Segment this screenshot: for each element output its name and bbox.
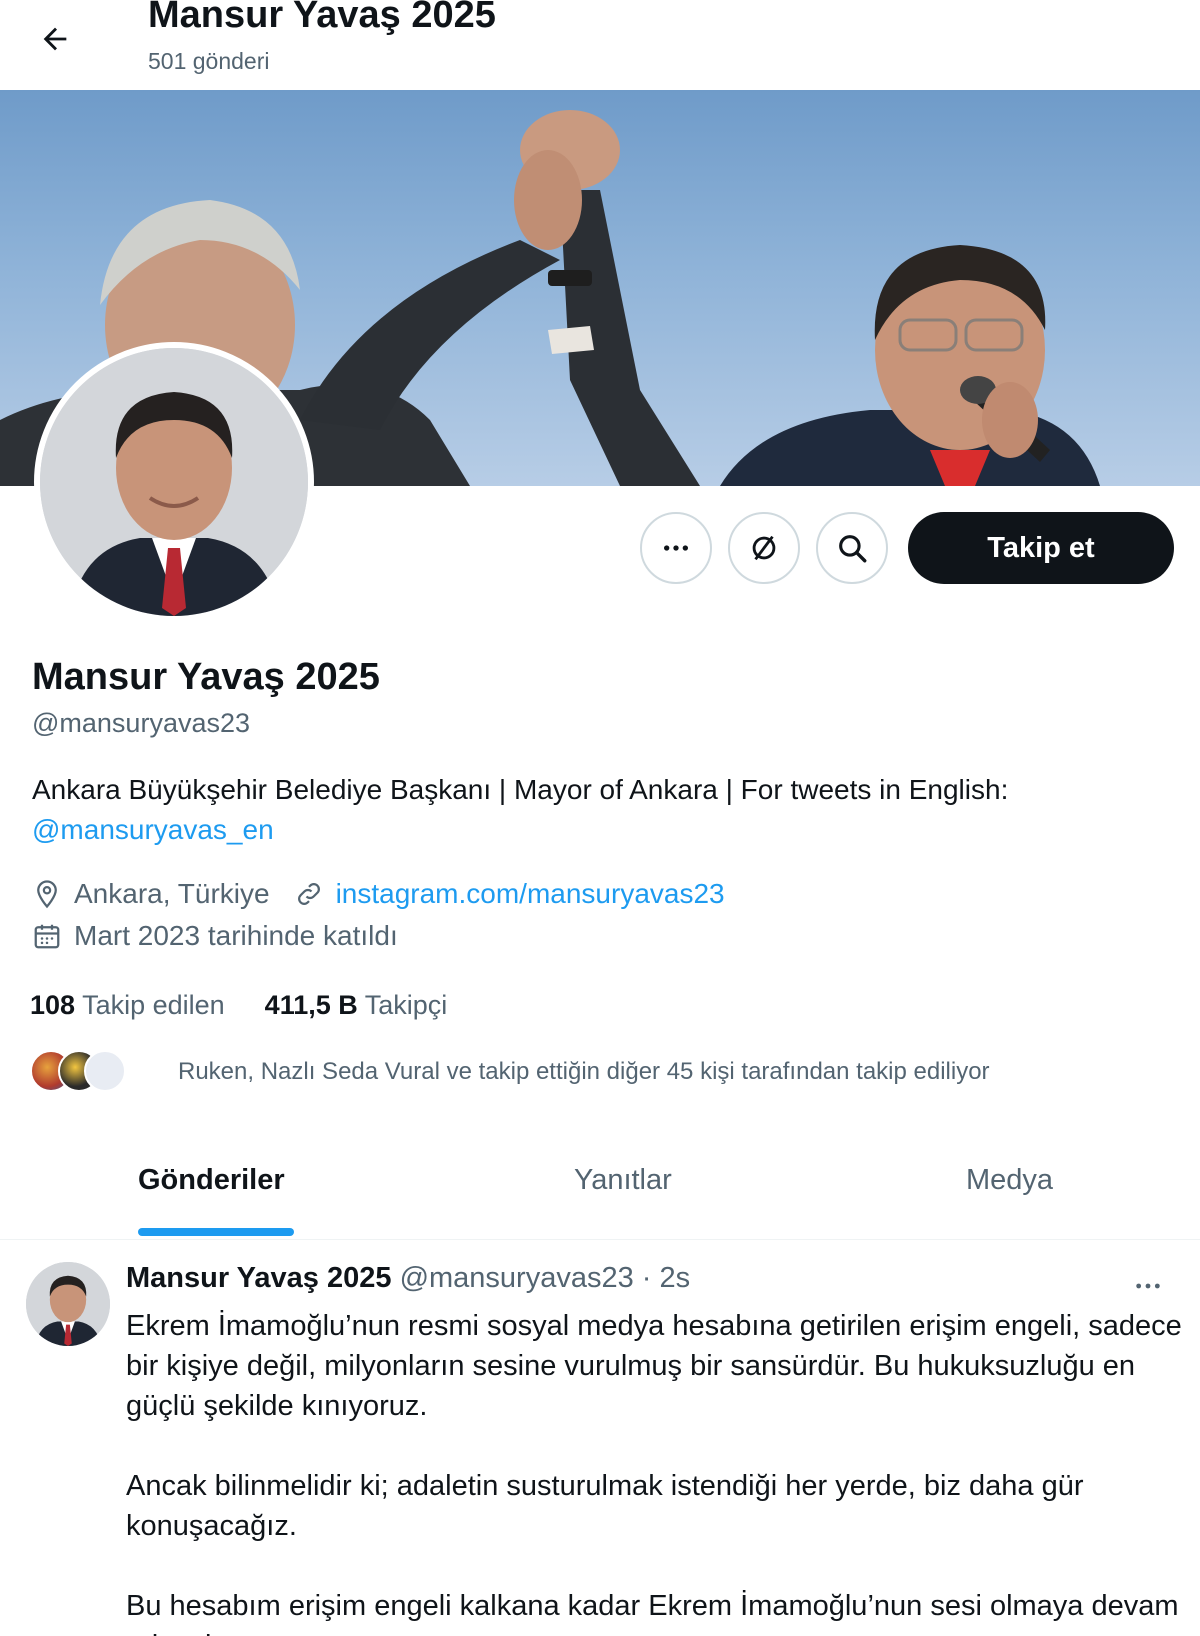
search-profile-button[interactable] bbox=[816, 512, 888, 584]
profile-meta-row: Ankara, Türkiye instagram.com/mansuryava… bbox=[32, 878, 725, 910]
tweet-author-handle[interactable]: @mansuryavas23 bbox=[400, 1262, 634, 1294]
profile-website-link[interactable]: instagram.com/mansuryavas23 bbox=[336, 878, 725, 910]
tab-replies[interactable]: Yanıtlar bbox=[574, 1164, 672, 1197]
tweet-paragraph: Bu hesabım erişim engeli kalkana kadar E… bbox=[126, 1590, 1179, 1636]
more-options-button[interactable] bbox=[640, 512, 712, 584]
tab-posts[interactable]: Gönderiler bbox=[138, 1164, 285, 1197]
profile-tabs: Gönderiler Yanıtlar Medya bbox=[0, 1140, 1200, 1240]
profile-stats: 108 Takip edilen 411,5 B Takipçi bbox=[30, 990, 447, 1021]
followed-by-row[interactable]: Ruken, Nazlı Seda Vural ve takip ettiğin… bbox=[30, 1050, 990, 1094]
profile-location: Ankara, Türkiye bbox=[74, 878, 270, 909]
tweet-paragraph: Ancak bilinmelidir ki; adaletin susturul… bbox=[126, 1470, 1084, 1542]
followers-stat[interactable]: 411,5 B Takipçi bbox=[265, 990, 448, 1021]
tweet-more-button[interactable] bbox=[1132, 1270, 1164, 1307]
avatar-photo bbox=[40, 348, 308, 616]
followers-label: Takipçi bbox=[364, 990, 448, 1020]
link-icon bbox=[297, 883, 320, 905]
tweet-paragraph: Ekrem İmamoğlu’nun resmi sosyal medya he… bbox=[126, 1310, 1182, 1422]
profile-joined-date: Mart 2023 tarihinde katıldı bbox=[74, 920, 398, 951]
bio-text: Ankara Büyükşehir Belediye Başkanı | May… bbox=[32, 774, 1009, 805]
followers-count: 411,5 B bbox=[264, 990, 358, 1020]
tweet-author-name[interactable]: Mansur Yavaş 2025 bbox=[126, 1262, 392, 1294]
profile-avatar[interactable] bbox=[34, 342, 314, 622]
bio-mention-link[interactable]: @mansuryavas_en bbox=[32, 814, 274, 845]
tweet-header: Mansur Yavaş 2025 @mansuryavas23 · 2s bbox=[126, 1262, 690, 1295]
location-icon bbox=[37, 880, 57, 909]
header-title: Mansur Yavaş 2025 bbox=[148, 0, 496, 36]
profile-actions: Takip et bbox=[640, 512, 1174, 584]
followed-by-text: Ruken, Nazlı Seda Vural ve takip ettiğin… bbox=[178, 1058, 990, 1085]
notifications-button[interactable] bbox=[728, 512, 800, 584]
notifications-off-icon bbox=[752, 535, 776, 561]
profile-joined-row: Mart 2023 tarihinde katıldı bbox=[32, 920, 398, 952]
followed-by-avatars bbox=[30, 1050, 130, 1094]
active-tab-indicator bbox=[138, 1228, 294, 1236]
profile-bio: Ankara Büyükşehir Belediye Başkanı | May… bbox=[32, 770, 1172, 850]
following-stat[interactable]: 108 Takip edilen bbox=[30, 990, 225, 1021]
back-arrow-icon bbox=[43, 27, 67, 51]
calendar-icon bbox=[34, 924, 60, 949]
top-bar: Mansur Yavaş 2025 501 gönderi bbox=[0, 0, 1200, 88]
tweet-time[interactable]: · 2s bbox=[642, 1262, 690, 1294]
tab-media[interactable]: Medya bbox=[966, 1164, 1053, 1197]
following-count: 108 bbox=[30, 990, 76, 1020]
tweet-text: Ekrem İmamoğlu’nun resmi sosyal medya he… bbox=[126, 1306, 1186, 1636]
tweet-avatar[interactable] bbox=[26, 1262, 110, 1346]
more-icon bbox=[1136, 1283, 1160, 1289]
search-icon bbox=[839, 535, 867, 563]
following-label: Takip edilen bbox=[82, 990, 225, 1020]
follow-button[interactable]: Takip et bbox=[908, 512, 1174, 584]
tweet-avatar-photo bbox=[26, 1262, 110, 1346]
follower-avatar bbox=[84, 1050, 126, 1092]
profile-name: Mansur Yavaş 2025 bbox=[32, 656, 380, 698]
back-button[interactable] bbox=[30, 14, 80, 64]
post-count: 501 gönderi bbox=[148, 48, 270, 74]
profile-handle: @mansuryavas23 bbox=[32, 708, 251, 738]
more-icon bbox=[664, 545, 688, 551]
